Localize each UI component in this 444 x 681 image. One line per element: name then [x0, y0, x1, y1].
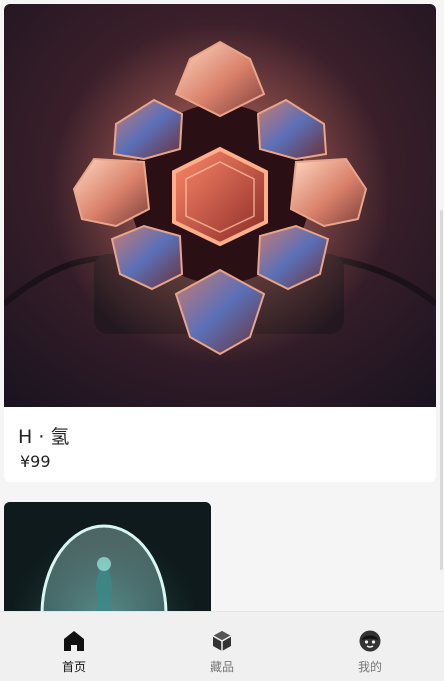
- tab-collection[interactable]: 藏品: [148, 612, 296, 681]
- bottom-tab-bar: 首页 藏品 我的: [0, 611, 444, 681]
- scrollbar[interactable]: [440, 210, 443, 570]
- collectible-card[interactable]: H · 氢 ¥99: [4, 4, 436, 482]
- cube-icon: [212, 631, 232, 651]
- tab-profile-label: 我的: [357, 660, 382, 674]
- collectible-card[interactable]: [4, 502, 211, 612]
- tab-home[interactable]: 首页: [0, 612, 148, 681]
- collectible-feed[interactable]: H · 氢 ¥99: [0, 0, 444, 612]
- collectible-image: [4, 502, 211, 612]
- home-icon: [64, 631, 84, 651]
- face-icon: [359, 630, 381, 652]
- app-page: H · 氢 ¥99 首页 藏品 我的: [0, 0, 444, 681]
- collectible-title: H · 氢: [18, 426, 70, 448]
- collectible-price: ¥99: [20, 452, 51, 471]
- tab-home-label: 首页: [61, 660, 86, 674]
- tab-profile[interactable]: 我的: [296, 612, 444, 681]
- tab-collection-label: 藏品: [209, 660, 234, 674]
- collectible-image: [4, 4, 436, 407]
